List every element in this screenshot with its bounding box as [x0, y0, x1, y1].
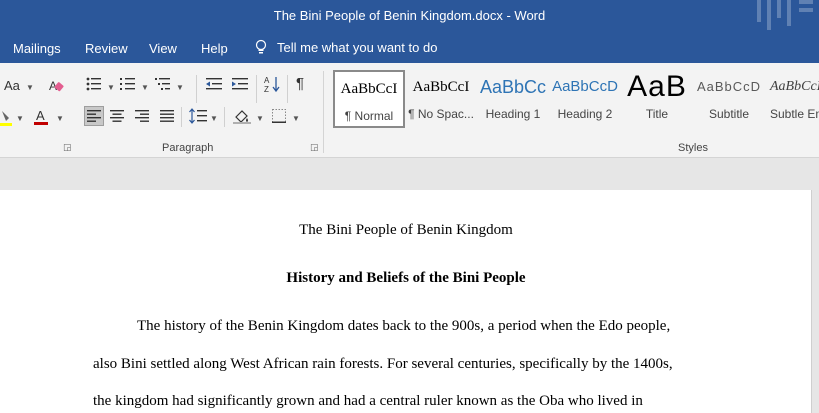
paragraph-line: also Bini settled along West African rai…	[93, 356, 673, 372]
paragraph-line: The history of the Benin Kingdom dates b…	[137, 318, 671, 334]
document-title: The Bini People of Benin Kingdom	[299, 222, 513, 238]
font-color-icon[interactable]: A	[34, 107, 48, 130]
multilevel-list-icon[interactable]	[155, 77, 171, 94]
chevron-down-icon[interactable]: ▼	[176, 83, 184, 92]
ribbon: Aa ▼ A ▼ A ▼ ◲ ▼ ▼ ▼ AZ ¶ ▼ ▼ ▼ Paragrap…	[0, 63, 819, 158]
paragraph-dialog-launcher-icon[interactable]: ◲	[310, 142, 319, 153]
document-page[interactable]: The Bini People of Benin Kingdom History…	[0, 190, 812, 413]
tab-mailings[interactable]: Mailings	[13, 41, 61, 56]
tell-me-label: Tell me what you want to do	[277, 39, 438, 55]
watermark-graphic	[749, 0, 819, 33]
shading-icon[interactable]	[233, 108, 251, 127]
group-divider	[323, 71, 324, 153]
separator	[224, 107, 225, 127]
separator	[287, 75, 288, 103]
lightbulb-icon	[255, 39, 267, 54]
title-bar: The Bini People of Benin Kingdom.docx - …	[0, 0, 819, 33]
chevron-down-icon[interactable]: ▼	[16, 114, 24, 123]
chevron-down-icon[interactable]: ▼	[292, 114, 300, 123]
paragraph-line: the kingdom had significantly grown and …	[93, 393, 643, 409]
dialog-launcher-icon[interactable]: ◲	[63, 142, 72, 153]
document-heading: History and Beliefs of the Bini People	[286, 270, 526, 286]
chevron-down-icon[interactable]: ▼	[210, 114, 218, 123]
style-heading-2[interactable]: AaBbCcD Heading 2	[552, 70, 618, 128]
ribbon-tabs: Mailings Review View Help Tell me what y…	[0, 33, 819, 63]
svg-text:Z: Z	[264, 85, 269, 93]
tab-view[interactable]: View	[149, 41, 177, 56]
style-title[interactable]: AaB Title	[624, 70, 690, 128]
style-subtitle[interactable]: AaBbCcD Subtitle	[696, 70, 762, 128]
styles-group-label: Styles	[678, 142, 708, 154]
align-left-button[interactable]	[84, 106, 104, 126]
separator	[181, 107, 182, 127]
change-case-button[interactable]: Aa	[4, 78, 20, 93]
window-title: The Bini People of Benin Kingdom.docx - …	[273, 8, 546, 23]
vertical-scrollbar[interactable]	[812, 190, 819, 413]
separator	[256, 75, 257, 103]
decrease-indent-icon[interactable]	[206, 77, 222, 94]
show-formatting-marks-icon[interactable]: ¶	[296, 75, 304, 92]
style-subtle-emphasis[interactable]: AaBbCcI Subtle Em	[768, 70, 819, 128]
tell-me-search[interactable]: Tell me what you want to do	[255, 39, 437, 55]
clear-formatting-icon[interactable]: A	[48, 77, 64, 96]
align-center-icon[interactable]	[110, 110, 124, 125]
line-spacing-icon[interactable]	[189, 108, 207, 127]
chevron-down-icon[interactable]: ▼	[26, 83, 34, 92]
chevron-down-icon[interactable]: ▼	[107, 83, 115, 92]
align-left-icon	[87, 110, 101, 122]
style-no-spacing[interactable]: AaBbCcI ¶ No Spac...	[407, 70, 475, 128]
separator	[196, 75, 197, 103]
tab-review[interactable]: Review	[85, 41, 128, 56]
paragraph-group-label: Paragraph	[162, 142, 214, 154]
chevron-down-icon[interactable]: ▼	[256, 114, 264, 123]
borders-icon[interactable]	[272, 109, 286, 126]
chevron-down-icon[interactable]: ▼	[56, 114, 64, 123]
align-right-icon[interactable]	[135, 110, 149, 125]
document-canvas	[0, 158, 819, 190]
sort-icon[interactable]: AZ	[264, 75, 280, 96]
numbering-icon[interactable]	[120, 77, 136, 94]
justify-icon[interactable]	[160, 110, 174, 125]
style-normal[interactable]: AaBbCcI ¶ Normal	[333, 70, 405, 128]
tab-help[interactable]: Help	[201, 41, 228, 56]
bullets-icon[interactable]	[86, 77, 102, 94]
svg-text:A: A	[36, 108, 45, 123]
increase-indent-icon[interactable]	[232, 77, 248, 94]
svg-text:A: A	[264, 76, 270, 85]
chevron-down-icon[interactable]: ▼	[141, 83, 149, 92]
highlight-icon[interactable]	[0, 109, 12, 130]
style-heading-1[interactable]: AaBbCc Heading 1	[480, 70, 546, 128]
